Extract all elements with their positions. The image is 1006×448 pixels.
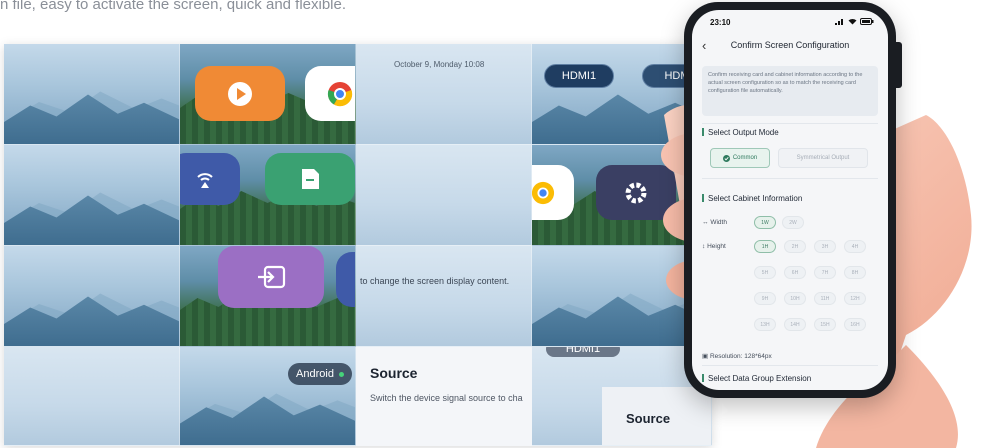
height-chip[interactable]: 4H (844, 240, 866, 253)
source-title: Source (370, 365, 418, 381)
divider (702, 123, 878, 124)
height-chip[interactable]: 9H (754, 292, 776, 305)
phone-side-button (896, 42, 902, 88)
output-mode-section-label: Select Output Mode (702, 128, 779, 137)
width-chip[interactable]: 2W (782, 216, 804, 229)
info-box: Confirm receiving card and cabinet infor… (702, 66, 878, 116)
hdmi3-label: HDMI1 (565, 347, 601, 355)
wall-panel: Android (180, 347, 356, 446)
cabinet-label: Select Cabinet Information (708, 194, 803, 203)
wall-panel (4, 44, 180, 145)
height-chip[interactable]: 14H (784, 318, 806, 331)
phone-device: 23:10 ‹ Confirm Screen Configuration Con… (684, 2, 902, 398)
file-manager-icon[interactable] (265, 153, 355, 205)
height-chip[interactable]: 1H (754, 240, 776, 253)
hdmi1-label: HDMI1 (561, 70, 597, 82)
height-chip[interactable]: 15H (814, 318, 836, 331)
wall-panel (4, 246, 180, 347)
divider (702, 365, 878, 366)
width-row-label: ↔ Width (702, 219, 727, 226)
status-dot-icon (338, 371, 344, 377)
status-bar: 23:10 (706, 18, 874, 30)
common-option[interactable]: Common (710, 148, 770, 168)
signal-icon (835, 19, 843, 25)
divider (702, 178, 878, 179)
source-description: Switch the device signal source to cha (370, 393, 523, 403)
video-app-icon[interactable] (195, 66, 285, 121)
symmetrical-output-label: Symmetrical Output (796, 155, 850, 161)
screen-cast-icon[interactable] (180, 153, 240, 205)
height-chip[interactable]: 2H (784, 240, 806, 253)
common-option-label: Common (732, 155, 758, 161)
output-mode-label: Select Output Mode (708, 128, 779, 137)
cabinet-section-label: Select Cabinet Information (702, 194, 802, 203)
wall-panel (180, 44, 356, 145)
android-label: Android (296, 368, 334, 380)
notification-bar: October 9, Monday 10:08 (394, 60, 484, 69)
height-chip[interactable]: 12H (844, 292, 866, 305)
source-panel: Source Switch the device signal source t… (356, 347, 532, 446)
height-chip[interactable]: 6H (784, 266, 806, 279)
wall-panel: October 9, Monday 10:08 (356, 44, 532, 145)
width-label: Width (710, 219, 727, 226)
battery-icon (860, 18, 874, 25)
app-tile[interactable] (336, 252, 355, 307)
height-row-label: ↕ Height (702, 243, 726, 250)
phone-screen: 23:10 ‹ Confirm Screen Configuration Con… (692, 10, 888, 390)
resolution-value: Resolution: 128*64px (709, 353, 772, 360)
led-video-wall: October 9, Monday 10:08 HDMI1 HDM to cha… (4, 44, 712, 446)
height-chip[interactable]: 16H (844, 318, 866, 331)
input-source-icon[interactable] (218, 246, 324, 308)
wifi-icon (848, 18, 857, 25)
status-time: 23:10 (710, 18, 731, 27)
symmetrical-output-option[interactable]: Symmetrical Output (778, 148, 868, 168)
wall-panel (356, 145, 532, 246)
status-icons (835, 18, 874, 25)
chrome-icon[interactable] (305, 66, 355, 121)
check-circle-icon (722, 154, 730, 162)
height-label: Height (707, 243, 726, 250)
resolution-icon: ▣ (702, 353, 710, 360)
wall-panel (4, 145, 180, 246)
height-chip[interactable]: 7H (814, 266, 836, 279)
data-group-label: Select Data Group Extension (708, 374, 812, 383)
wall-panel (180, 246, 356, 347)
height-chip[interactable]: 3H (814, 240, 836, 253)
hdmi-button[interactable]: HDMI1 (546, 347, 620, 357)
height-chip[interactable]: 10H (784, 292, 806, 305)
wall-panel: to change the screen display content. (356, 246, 532, 347)
height-chip[interactable]: 13H (754, 318, 776, 331)
nav-bar: ‹ Confirm Screen Configuration (692, 36, 888, 56)
resolution-text: ▣ Resolution: 128*64px (702, 352, 772, 360)
hdmi1-button[interactable]: HDMI1 (544, 64, 614, 88)
notification-text: October 9, Monday 10:08 (394, 60, 485, 69)
height-chip[interactable]: 11H (814, 292, 836, 305)
width-chip[interactable]: 1W (754, 216, 776, 229)
page-title: Confirm Screen Configuration (730, 40, 850, 50)
android-badge: Android (288, 363, 352, 385)
display-hint: to change the screen display content. (360, 276, 510, 286)
height-chip[interactable]: 5H (754, 266, 776, 279)
data-group-section-label: Select Data Group Extension (702, 374, 811, 383)
wall-panel (4, 347, 180, 446)
height-chip[interactable]: 8H (844, 266, 866, 279)
intro-text: n file, easy to activate the screen, qui… (0, 0, 347, 13)
browser-icon[interactable] (532, 165, 574, 220)
wall-panel (180, 145, 356, 246)
